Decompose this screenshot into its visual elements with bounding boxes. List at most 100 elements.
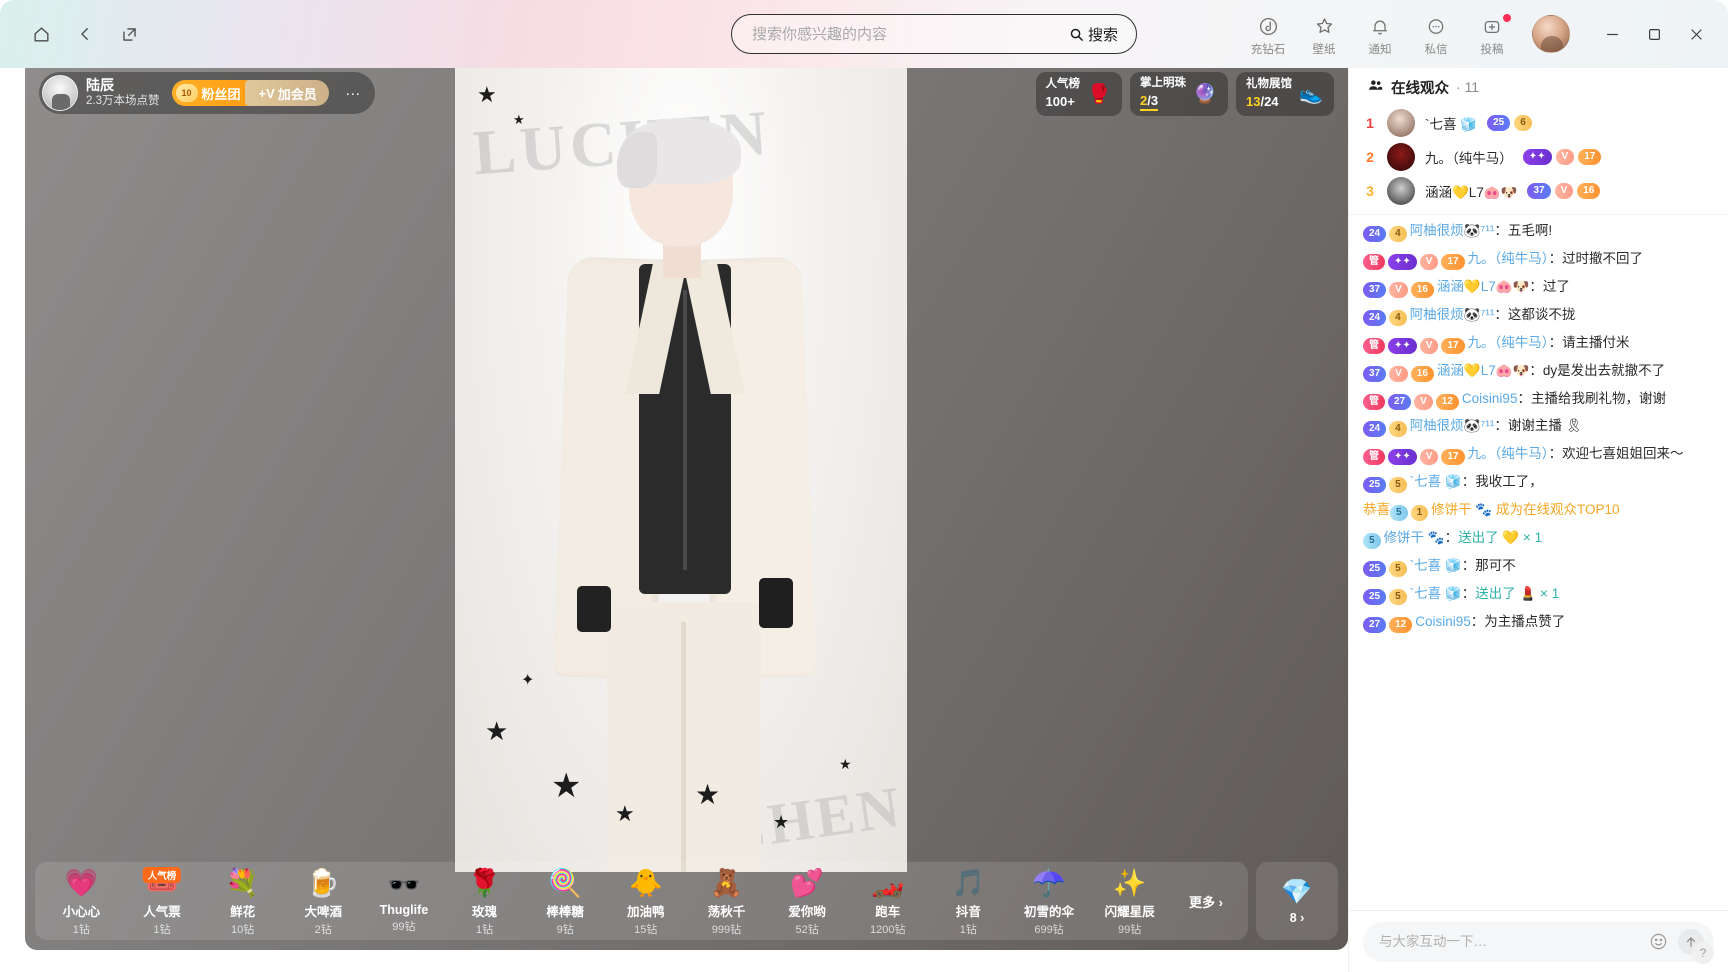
nav-wallpaper[interactable]: 壁纸 xyxy=(1296,12,1352,57)
chat-username[interactable]: 阿柚很烦🐼⁷¹¹ xyxy=(1410,307,1495,322)
chat-message[interactable]: 管 27 V 12 Coisini95：主播给我刷礼物，谢谢 xyxy=(1363,389,1714,410)
chat-username[interactable]: 修饼干 🐾 xyxy=(1431,502,1492,517)
chat-username[interactable]: Coisini95 xyxy=(1462,391,1518,406)
gift-item[interactable]: ✨ 闪耀星辰 99钻 xyxy=(1089,865,1170,937)
chat-separator: ： xyxy=(1517,390,1531,406)
chat-username[interactable]: 修饼干 🐾 xyxy=(1384,530,1445,545)
chat-message[interactable]: 25 5 `七喜 🧊：送出了 💄 × 1 xyxy=(1363,584,1714,605)
viewer-badge: V xyxy=(1555,149,1575,165)
gift-item[interactable]: 🍭 棒棒糖 9钻 xyxy=(525,865,606,937)
emoji-icon[interactable] xyxy=(1646,930,1670,954)
gift-item[interactable]: ☂️ 初雪的伞 699钻 xyxy=(1009,865,1090,937)
chat-username[interactable]: `七喜 🧊 xyxy=(1410,558,1462,573)
gift-item[interactable]: 💐 鲜花 10钻 xyxy=(202,865,283,937)
gift-item[interactable]: 🎵 抖音 1钻 xyxy=(928,865,1009,937)
maximize-icon[interactable] xyxy=(1634,16,1674,52)
close-icon[interactable] xyxy=(1676,16,1716,52)
gift-name: 玫瑰 xyxy=(472,904,498,919)
home-icon[interactable] xyxy=(24,17,58,51)
chat-message[interactable]: 24 4 阿柚很烦🐼⁷¹¹：这都谈不拢 xyxy=(1363,305,1714,326)
search-input[interactable] xyxy=(732,25,1063,43)
viewer-badges: ✦✦ V 17 xyxy=(1522,149,1602,165)
gift-more-button[interactable]: 更多 › xyxy=(1170,865,1242,937)
gift-item[interactable]: 🧸 荡秋千 999钻 xyxy=(686,865,767,937)
open-external-icon[interactable] xyxy=(112,17,146,51)
viewer-avatar[interactable] xyxy=(1387,109,1415,137)
video-area[interactable]: LUCHEN CHEN ★ ★ ★ ★ ★ ★ xyxy=(25,58,1348,950)
chat-username[interactable]: Coisini95 xyxy=(1415,614,1471,629)
gift-item[interactable]: 🕶️ Thuglife 99钻 xyxy=(364,865,445,937)
live-video-stage[interactable]: LUCHEN CHEN ★ ★ ★ ★ ★ ★ xyxy=(25,58,1348,950)
streamer-avatar[interactable] xyxy=(42,75,78,111)
gift-item[interactable]: 💕 爱你哟 52钻 xyxy=(767,865,848,937)
chat-message[interactable]: 24 4 阿柚很烦🐼⁷¹¹：五毛啊! xyxy=(1363,221,1714,242)
help-icon[interactable]: ? xyxy=(1692,942,1714,964)
chat-message[interactable]: 管 ✦✦ V 17 九。（纯牛马）：过时撤不回了 xyxy=(1363,249,1714,270)
gift-icon: ☂️ xyxy=(1032,867,1066,898)
chat-message[interactable]: 恭喜 5 1 修饼干 🐾 成为在线观众TOP10 xyxy=(1363,500,1714,522)
chat-input-box[interactable] xyxy=(1363,921,1714,962)
chat-message[interactable]: 27 12 Coisini95：为主播点赞了 xyxy=(1363,612,1714,633)
viewer-row[interactable]: 2 九。（纯牛马） ✦✦ V 17 xyxy=(1363,140,1714,174)
chat-username[interactable]: 阿柚很烦🐼⁷¹¹ xyxy=(1410,223,1495,238)
chat-separator: ： xyxy=(1470,613,1485,629)
viewer-avatar[interactable] xyxy=(1387,177,1415,205)
chat-message[interactable]: 管 ✦✦ V 17 九。（纯牛马）：欢迎七喜姐姐回来～ xyxy=(1363,444,1714,466)
chat-username[interactable]: 涵涵💛L7🐽🐶 xyxy=(1437,363,1529,378)
chat-username[interactable]: 九。（纯牛马） xyxy=(1468,251,1549,266)
backpack-button[interactable]: 💎 8 › xyxy=(1256,862,1338,940)
chat-username[interactable]: 阿柚很烦🐼⁷¹¹ xyxy=(1410,418,1495,433)
chat-username[interactable]: 九。（纯牛马） xyxy=(1468,446,1549,461)
gift-item[interactable]: 🌹 玫瑰 1钻 xyxy=(444,865,525,937)
gift-item[interactable]: 人气榜🎟️人气票1钻 xyxy=(122,865,203,937)
minimize-icon[interactable] xyxy=(1592,16,1632,52)
chat-username[interactable]: 涵涵💛L7🐽🐶 xyxy=(1437,279,1529,294)
gift-panel: 💗小心心1钻人气榜🎟️人气票1钻💐鲜花10钻🍺大啤酒2钻🕶️Thuglife99… xyxy=(35,862,1248,940)
nav-notifications[interactable]: 通知 xyxy=(1352,12,1408,57)
chat-username[interactable]: 九。（纯牛马） xyxy=(1468,335,1549,350)
gift-item[interactable]: 🐥 加油鸭 15钻 xyxy=(605,865,686,937)
chat-text: 请主播付米 xyxy=(1562,334,1630,350)
chat-message[interactable]: 24 4 阿柚很烦🐼⁷¹¹：谢谢主播 🎗 xyxy=(1363,416,1714,438)
gift-item[interactable]: 💗 小心心 1钻 xyxy=(41,865,122,937)
backpack-count: 8 xyxy=(1289,910,1297,925)
chat-message[interactable]: 5 修饼干 🐾：送出了 💛 × 1 xyxy=(1363,528,1714,550)
nav-upload[interactable]: 投稿 xyxy=(1464,12,1520,57)
gift-item[interactable]: 🍺 大啤酒 2钻 xyxy=(283,865,364,937)
chat-username[interactable]: `七喜 🧊 xyxy=(1410,586,1462,601)
upload-plus-icon xyxy=(1482,16,1502,38)
widget-gift-gallery[interactable]: 礼物展馆 13/24 👟 xyxy=(1236,72,1334,116)
gift-item[interactable]: 🏎️ 跑车 1200钻 xyxy=(847,865,928,937)
streamer-more-button[interactable]: ··· xyxy=(341,81,365,105)
nav-direct-message[interactable]: 私信 xyxy=(1408,12,1464,57)
viewer-row[interactable]: 3 涵涵💛L7🐽🐶 37 V 16 xyxy=(1363,174,1714,208)
viewers-list: 1 `七喜 🧊 25 6 2 九。（纯牛马） ✦✦ V 17 3 涵涵💛L7🐽🐶 37 V 16 xyxy=(1349,106,1728,214)
chat-message[interactable]: 37 V 16 涵涵💛L7🐽🐶：dy是发出去就撤不了 xyxy=(1363,361,1714,382)
user-avatar[interactable] xyxy=(1532,15,1570,53)
widget-popularity-rank[interactable]: 人气榜 100+ 🥊 xyxy=(1035,72,1122,116)
search-bar[interactable]: 搜索 xyxy=(731,14,1137,54)
widget-pearl-task[interactable]: 掌上明珠 2/3 🔮 xyxy=(1130,72,1228,116)
chat-message[interactable]: 25 5 `七喜 🧊：我收工了， xyxy=(1363,472,1714,494)
chat-username[interactable]: `七喜 🧊 xyxy=(1410,474,1462,489)
chat-message[interactable]: 37 V 16 涵涵💛L7🐽🐶：过了 xyxy=(1363,277,1714,298)
streamer-stats: 2.3万本场点赞 xyxy=(86,95,160,108)
gift-name: 小心心 xyxy=(62,904,101,919)
join-member-button[interactable]: +V 加会员 xyxy=(244,80,329,106)
chat-message[interactable]: 管 ✦✦ V 17 九。（纯牛马）：请主播付米 xyxy=(1363,333,1714,354)
streamer-info-card[interactable]: 陆辰 2.3万本场点赞 10 粉丝团 +V 加会员 ··· xyxy=(39,72,375,114)
chat-message-list[interactable]: 24 4 阿柚很烦🐼⁷¹¹：五毛啊! 管 ✦✦ V 17 九。（纯牛马）：过时撤不回了 37 V… xyxy=(1349,214,1728,910)
nav-recharge-diamond[interactable]: 充钻石 xyxy=(1240,12,1296,57)
chat-badge: 5 xyxy=(1390,505,1408,522)
viewer-row[interactable]: 1 `七喜 🧊 25 6 xyxy=(1363,106,1714,140)
chat-separator: ： xyxy=(1529,278,1543,294)
viewer-rank: 2 xyxy=(1366,149,1374,165)
search-button[interactable]: 搜索 xyxy=(1063,15,1136,53)
chat-badge: 管 xyxy=(1363,253,1385,270)
chat-input[interactable] xyxy=(1379,934,1638,949)
chat-badge: V xyxy=(1419,253,1439,270)
fanclub-badge-button[interactable]: 10 粉丝团 xyxy=(171,80,253,106)
back-chevron-icon[interactable] xyxy=(68,17,102,51)
viewer-avatar[interactable] xyxy=(1387,143,1415,171)
chat-message[interactable]: 25 5 `七喜 🧊：那可不 xyxy=(1363,556,1714,578)
